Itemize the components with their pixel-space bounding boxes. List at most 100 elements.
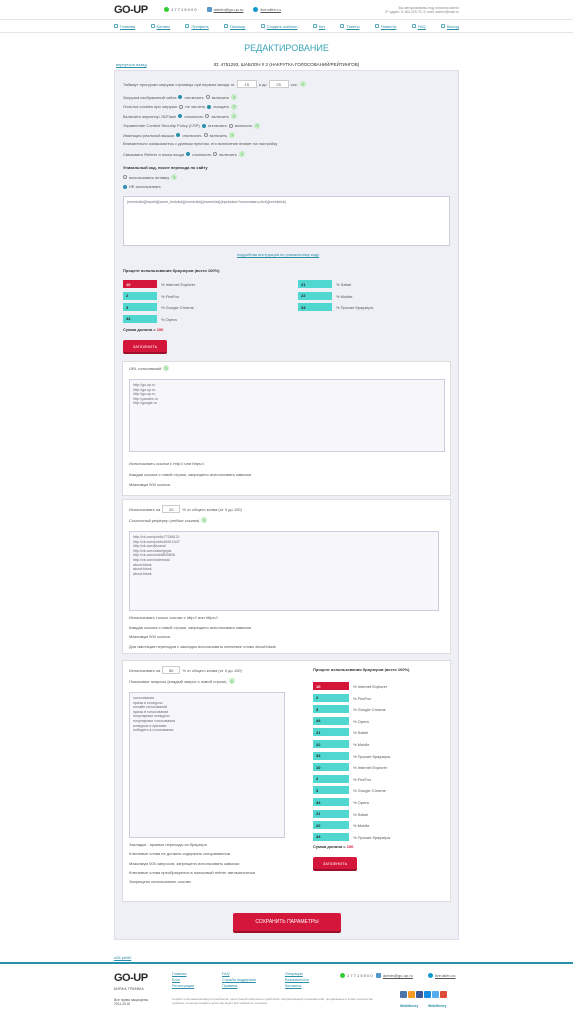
help-icon[interactable]: ? bbox=[229, 132, 236, 138]
help-icon[interactable]: ? bbox=[230, 113, 237, 119]
option-radio-a[interactable] bbox=[178, 95, 183, 99]
browser-percent-input[interactable]: 22 bbox=[313, 740, 349, 748]
browser-percent-input[interactable]: 10 bbox=[123, 280, 157, 288]
referers-textarea[interactable]: http://vk.com/public77088121 http://vk.c… bbox=[129, 531, 439, 611]
footer-link[interactable]: Операции bbox=[285, 972, 309, 976]
option-radio-b[interactable] bbox=[205, 114, 210, 118]
footer-skype[interactable]: live:allen-ru bbox=[428, 973, 455, 978]
nav-item[interactable]: Профиль bbox=[185, 24, 209, 29]
option-radio-a[interactable] bbox=[201, 123, 206, 128]
nav-item[interactable]: Помощь bbox=[224, 24, 245, 29]
option-radio-b[interactable] bbox=[203, 133, 208, 137]
footer-link[interactable]: FAQ bbox=[222, 972, 256, 976]
fill-button[interactable]: ЗАПОЛНИТЬ bbox=[123, 340, 167, 352]
browser-percent-input[interactable]: 21 bbox=[313, 728, 349, 737]
nav-item[interactable]: Кит bbox=[312, 24, 325, 29]
browser-percent-input[interactable]: 44 bbox=[313, 716, 349, 725]
help-icon[interactable]: ? bbox=[299, 81, 306, 87]
browser-percent-input[interactable]: 2 bbox=[313, 693, 349, 702]
small-link[interactable]: s26-pelit0 bbox=[114, 955, 131, 960]
footer-link[interactable]: Контакты bbox=[285, 984, 309, 988]
unique-use-radio[interactable] bbox=[123, 175, 127, 179]
help-icon[interactable]: ? bbox=[231, 103, 238, 110]
nav-item[interactable]: Тикеты bbox=[340, 24, 360, 29]
help-icon[interactable]: ? bbox=[231, 94, 238, 100]
header-skype[interactable]: live:allen-ru bbox=[253, 7, 281, 12]
option-row: Включить эмулятор JS/Flash отключить включ… bbox=[123, 113, 237, 119]
footer-logo[interactable]: GO-UP bbox=[114, 972, 154, 984]
help-icon[interactable]: ? bbox=[238, 151, 245, 157]
ref-percent-input[interactable]: 20 bbox=[162, 505, 181, 513]
help-icon[interactable]: ? bbox=[201, 517, 208, 523]
browser-percent-input[interactable]: 21 bbox=[313, 809, 349, 818]
gplus-icon[interactable] bbox=[440, 991, 447, 998]
mail-icon bbox=[376, 973, 381, 978]
browser-percent-input[interactable]: 2 bbox=[123, 291, 157, 300]
option-radio-b[interactable] bbox=[207, 104, 212, 109]
nav-item[interactable]: Создать шаблон bbox=[260, 24, 297, 29]
instruction-link[interactable]: подробная инструкция по уникальному коду bbox=[237, 252, 319, 257]
help-icon[interactable]: ? bbox=[163, 365, 170, 371]
browser-percent-input[interactable]: 22 bbox=[313, 821, 349, 830]
search-fill-button[interactable]: ЗАПОЛНИТЬ bbox=[313, 857, 357, 869]
referer-off-radio[interactable] bbox=[186, 152, 191, 156]
ok-icon[interactable] bbox=[408, 991, 415, 998]
search-percent-input[interactable]: 80 bbox=[162, 666, 181, 674]
browser-percent-input[interactable]: 44 bbox=[123, 314, 157, 323]
nav-item[interactable]: FAQ bbox=[411, 24, 426, 29]
webmoney-badge[interactable]: WebMoney bbox=[400, 1004, 418, 1008]
help-icon[interactable]: ? bbox=[254, 122, 261, 129]
help-icon[interactable]: ? bbox=[171, 174, 178, 180]
unique-title: Уникальный код, после перехода по сайту bbox=[123, 165, 208, 170]
header-email[interactable]: admin@go-up.ru bbox=[206, 7, 243, 12]
twitter-icon[interactable] bbox=[432, 991, 439, 998]
vk-icon[interactable] bbox=[400, 991, 407, 998]
browser-percent-input[interactable]: 34 bbox=[313, 751, 349, 760]
browser-percent-input[interactable]: 3 bbox=[313, 786, 349, 795]
webmoney-badge[interactable]: WebMoney bbox=[428, 1004, 446, 1008]
browser-percent-input[interactable]: 34 bbox=[313, 832, 349, 841]
browser-percent-input[interactable]: 44 bbox=[313, 798, 349, 806]
option-row: Управление Content Security Policy (CSP)… bbox=[123, 122, 261, 129]
footer-link[interactable]: Служба поддержки bbox=[222, 978, 256, 982]
save-params-button[interactable]: СОХРАНИТЬ ПАРАМЕТРЫ bbox=[233, 913, 341, 931]
nav-item[interactable]: Выход bbox=[440, 24, 459, 29]
footer-link[interactable]: Блог bbox=[172, 978, 194, 982]
nav-item[interactable]: Баланс bbox=[150, 24, 170, 29]
browser-percent-input[interactable]: 3 bbox=[123, 303, 157, 311]
facebook-icon[interactable] bbox=[416, 991, 423, 998]
browser-percent-input[interactable]: 21 bbox=[298, 280, 332, 288]
option-row: Имитация реальной мышки отключить включить… bbox=[123, 132, 236, 138]
browser-percent-input[interactable]: 3 bbox=[313, 705, 349, 714]
timeout-from-input[interactable]: 15 bbox=[236, 80, 257, 88]
browser-percent-input[interactable]: 22 bbox=[298, 291, 332, 300]
footer-link[interactable]: Правила bbox=[222, 984, 256, 988]
urls-textarea[interactable]: http://go-up.ru http://go-up.ru http://g… bbox=[129, 379, 445, 452]
unique-nouse-radio[interactable] bbox=[123, 184, 127, 189]
mailru-icon[interactable] bbox=[424, 991, 431, 998]
nav-item[interactable]: Новости bbox=[374, 24, 396, 29]
nav-item[interactable]: Главная bbox=[114, 24, 135, 29]
option-radio-b[interactable] bbox=[228, 123, 233, 128]
option-radio-a[interactable] bbox=[178, 114, 183, 118]
browser-percent-input[interactable]: 34 bbox=[298, 303, 332, 311]
referer-on-radio[interactable] bbox=[213, 152, 218, 156]
browser-percent-input[interactable]: 2 bbox=[313, 774, 349, 783]
timeout-row: Таймаут прогрузки загрузки страницы при … bbox=[123, 80, 306, 88]
timeout-to-input[interactable]: 25 bbox=[268, 80, 289, 88]
footer-link[interactable]: Главная bbox=[172, 972, 194, 976]
help-icon[interactable]: ? bbox=[228, 678, 235, 684]
main-nav: Главная Баланс Профиль Помощь Создать шаблон… bbox=[0, 20, 573, 33]
browser-percent-input[interactable]: 10 bbox=[313, 682, 349, 690]
footer-link[interactable]: Регистрация bbox=[172, 984, 194, 988]
footer-link[interactable]: Безопасность bbox=[285, 978, 309, 982]
option-radio-b[interactable] bbox=[205, 95, 210, 99]
option-radio-a[interactable] bbox=[176, 133, 181, 137]
ref-note: Использовать только ссылки с http:// или… bbox=[129, 615, 218, 620]
option-radio-a[interactable] bbox=[179, 104, 184, 109]
queries-textarea[interactable]: голосования призы и конкурсы онлайн голо… bbox=[129, 692, 285, 838]
logo[interactable]: GO-UP bbox=[114, 4, 154, 16]
unique-code-textarea[interactable]: {eventclick}{inputid}{some_textclick}{ev… bbox=[123, 196, 450, 246]
footer-email[interactable]: admin@go-up.ru bbox=[376, 973, 413, 978]
browser-percent-input[interactable]: 10 bbox=[313, 763, 349, 772]
